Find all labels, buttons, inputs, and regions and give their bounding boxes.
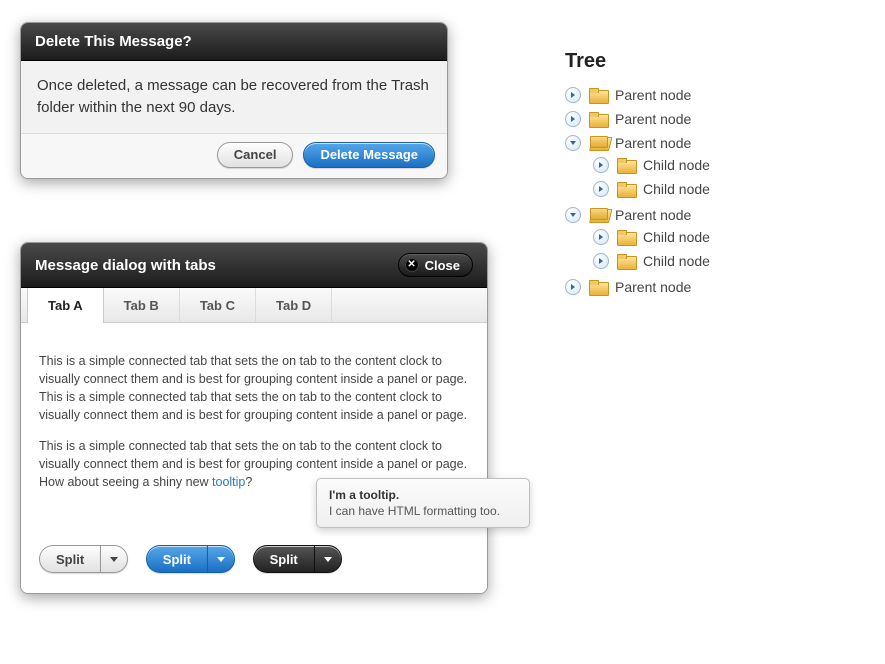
tabs-dialog-header: Message dialog with tabs ✕ Close: [21, 243, 487, 288]
tree-node-label: Child node: [643, 253, 710, 269]
tree-title: Tree: [565, 50, 845, 73]
tab-para-2-post: ?: [245, 475, 252, 489]
split-dark-main[interactable]: Split: [253, 545, 314, 573]
tabs-dialog-title: Message dialog with tabs: [35, 257, 216, 274]
expander-closed-icon[interactable]: [593, 229, 609, 245]
tab-para-1: This is a simple connected tab that sets…: [39, 352, 469, 425]
split-default: Split: [39, 545, 128, 573]
folder-open-icon: [589, 208, 607, 222]
folder-closed-icon: [617, 230, 635, 244]
tab-b-label: Tab B: [124, 298, 159, 313]
tree-row[interactable]: Parent node: [565, 133, 845, 153]
tab-a[interactable]: Tab A: [27, 288, 104, 323]
cancel-button[interactable]: Cancel: [217, 142, 294, 168]
tree-parent-item: Parent node: [565, 275, 845, 299]
tree-root: Parent node Parent node Parent node Child n…: [565, 83, 845, 299]
tree-row[interactable]: Child node: [593, 227, 845, 247]
split-default-main[interactable]: Split: [39, 545, 100, 573]
tree-node-label: Parent node: [615, 279, 691, 295]
split-dark-label: Split: [270, 552, 298, 567]
tree-node-label: Parent node: [615, 135, 691, 151]
tooltip: I'm a tooltip. I can have HTML formattin…: [316, 478, 530, 528]
folder-closed-icon: [617, 182, 635, 196]
split-dark-caret[interactable]: [314, 545, 342, 573]
expander-closed-icon[interactable]: [593, 157, 609, 173]
expander-closed-icon[interactable]: [593, 253, 609, 269]
folder-closed-icon: [589, 280, 607, 294]
split-primary-caret[interactable]: [207, 545, 235, 573]
tab-c[interactable]: Tab C: [180, 288, 256, 322]
tree-child-item: Child node: [593, 249, 845, 273]
chevron-down-icon: [217, 557, 225, 562]
tree-row[interactable]: Parent node: [565, 205, 845, 225]
confirm-dialog-title: Delete This Message?: [21, 23, 447, 61]
delete-button-label: Delete Message: [320, 147, 418, 162]
tree-node-label: Child node: [643, 181, 710, 197]
tree-node-label: Parent node: [615, 111, 691, 127]
split-primary-label: Split: [163, 552, 191, 567]
split-default-label: Split: [56, 552, 84, 567]
tab-d[interactable]: Tab D: [256, 288, 332, 322]
tree-row[interactable]: Parent node: [565, 85, 845, 105]
tooltip-line1: I'm a tooltip.: [329, 488, 399, 502]
tree-children: Child node Child node: [565, 225, 845, 273]
tree-parent-item: Parent node Child node Child node: [565, 203, 845, 275]
tooltip-line2: I can have HTML formatting too.: [329, 504, 500, 518]
tooltip-link-text: tooltip: [212, 475, 245, 489]
delete-message-button[interactable]: Delete Message: [303, 142, 435, 168]
tree-row[interactable]: Child node: [593, 155, 845, 175]
chevron-down-icon: [324, 557, 332, 562]
tree-parent-item: Parent node: [565, 107, 845, 131]
expander-open-icon[interactable]: [565, 135, 581, 151]
confirm-dialog: Delete This Message? Once deleted, a mes…: [20, 22, 448, 179]
close-icon: ✕: [405, 258, 419, 272]
tree-parent-item: Parent node Child node Child node: [565, 131, 845, 203]
folder-open-icon: [589, 136, 607, 150]
tree-panel: Tree Parent node Parent node Parent node Ch…: [565, 50, 845, 299]
folder-closed-icon: [589, 88, 607, 102]
expander-open-icon[interactable]: [565, 207, 581, 223]
tabbar: Tab A Tab B Tab C Tab D: [21, 288, 487, 323]
tree-child-item: Child node: [593, 153, 845, 177]
tooltip-link[interactable]: tooltip: [212, 475, 245, 489]
tab-a-label: Tab A: [48, 298, 83, 313]
tree-node-label: Child node: [643, 157, 710, 173]
tree-child-item: Child node: [593, 177, 845, 201]
chevron-down-icon: [110, 557, 118, 562]
tree-row[interactable]: Child node: [593, 251, 845, 271]
split-primary: Split: [146, 545, 235, 573]
confirm-title-text: Delete This Message?: [35, 33, 192, 50]
expander-closed-icon[interactable]: [565, 87, 581, 103]
split-default-caret[interactable]: [100, 545, 128, 573]
expander-closed-icon[interactable]: [565, 111, 581, 127]
cancel-button-label: Cancel: [234, 147, 277, 162]
expander-closed-icon[interactable]: [565, 279, 581, 295]
tab-d-label: Tab D: [276, 298, 311, 313]
expander-closed-icon[interactable]: [593, 181, 609, 197]
tree-children: Child node Child node: [565, 153, 845, 201]
tree-node-label: Parent node: [615, 207, 691, 223]
tree-row[interactable]: Child node: [593, 179, 845, 199]
tabs-dialog: Message dialog with tabs ✕ Close Tab A T…: [20, 242, 488, 594]
close-button-label: Close: [425, 258, 460, 273]
close-button[interactable]: ✕ Close: [398, 253, 473, 277]
tree-row[interactable]: Parent node: [565, 109, 845, 129]
split-buttons-area: Split Split Split: [21, 523, 487, 593]
split-primary-main[interactable]: Split: [146, 545, 207, 573]
folder-closed-icon: [617, 254, 635, 268]
tree-node-label: Child node: [643, 229, 710, 245]
tree-child-item: Child node: [593, 225, 845, 249]
tab-b[interactable]: Tab B: [104, 288, 180, 322]
tree-row[interactable]: Parent node: [565, 277, 845, 297]
split-dark: Split: [253, 545, 342, 573]
confirm-dialog-body: Once deleted, a message can be recovered…: [21, 61, 447, 133]
folder-closed-icon: [617, 158, 635, 172]
confirm-dialog-footer: Cancel Delete Message: [21, 133, 447, 178]
folder-closed-icon: [589, 112, 607, 126]
tab-c-label: Tab C: [200, 298, 235, 313]
tree-parent-item: Parent node: [565, 83, 845, 107]
tree-node-label: Parent node: [615, 87, 691, 103]
